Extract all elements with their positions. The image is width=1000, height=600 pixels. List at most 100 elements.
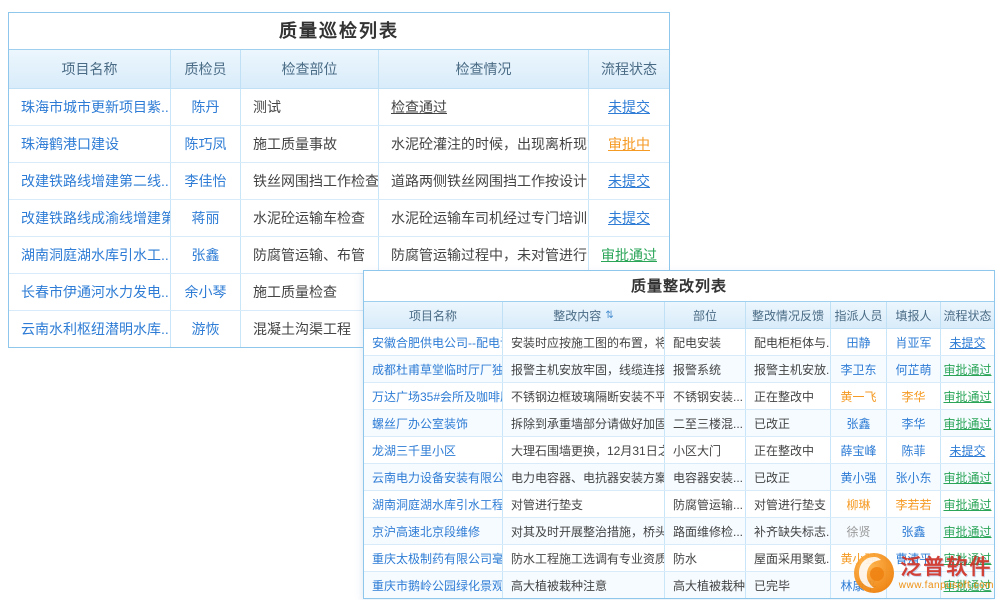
reporter-name-link[interactable]: 李若若: [887, 491, 941, 517]
assignee-name-link[interactable]: 柳琳: [831, 491, 887, 517]
inspector-name-link[interactable]: 李佳怡: [171, 163, 241, 199]
reporter-name-link[interactable]: 李华: [887, 383, 941, 409]
header-inspector: 质检员: [171, 50, 241, 88]
header-flow-status: 流程状态: [589, 50, 669, 88]
table-row: 京沪高速北京段维修对其及时开展整治措施，桥头...路面维修检...补齐缺失标志.…: [364, 518, 994, 545]
project-name-link[interactable]: 改建铁路线成渝线增建第...: [9, 200, 171, 236]
header-assignee: 指派人员: [831, 302, 887, 328]
reporter-name-link[interactable]: 陈菲: [887, 437, 941, 463]
fanpu-brand-name: 泛普软件: [899, 556, 994, 580]
feedback-cell: 已改正: [746, 410, 831, 436]
header-project-name: 项目名称: [9, 50, 171, 88]
check-location-cell: 施工质量事故: [241, 126, 379, 162]
flow-status-link[interactable]: 审批通过: [941, 356, 994, 382]
header-check-location: 检查部位: [241, 50, 379, 88]
check-location-cell: 施工质量检查: [241, 274, 379, 310]
header-reporter: 填报人: [887, 302, 941, 328]
inspector-name-link[interactable]: 余小琴: [171, 274, 241, 310]
check-situation-cell: 水泥砼灌注的时候，出现离析现象: [379, 126, 589, 162]
check-situation-cell: 道路两侧铁丝网围挡工作按设计...: [379, 163, 589, 199]
project-name-link[interactable]: 安徽合肥供电公司--配电设备...: [364, 329, 503, 355]
project-name-link[interactable]: 万达广场35#会所及咖啡厅空...: [364, 383, 503, 409]
rectify-content-cell: 大理石围墙更换，12月31日之...: [503, 437, 665, 463]
part-cell: 防水: [665, 545, 746, 571]
flow-status-link[interactable]: 未提交: [941, 437, 994, 463]
sort-icon[interactable]: ⇅: [605, 310, 613, 321]
inspector-name-link[interactable]: 张鑫: [171, 237, 241, 273]
rectify-content-cell: 不锈钢边框玻璃隔断安装不平...: [503, 383, 665, 409]
reporter-name-link[interactable]: 何芷萌: [887, 356, 941, 382]
part-cell: 二至三楼混...: [665, 410, 746, 436]
rectify-content-cell: 高大植被栽种注意: [503, 572, 665, 598]
check-location-cell: 混凝土沟渠工程: [241, 311, 379, 347]
table-row: 珠海鹤港口建设陈巧凤施工质量事故水泥砼灌注的时候，出现离析现象审批中: [9, 126, 669, 163]
flow-status-link[interactable]: 未提交: [589, 163, 669, 199]
assignee-name-link[interactable]: 黄小强: [831, 464, 887, 490]
project-name-link[interactable]: 成都杜甫草堂临时厅厂独立展...: [364, 356, 503, 382]
flow-status-link[interactable]: 审批中: [589, 126, 669, 162]
project-name-link[interactable]: 珠海市城市更新项目紫...: [9, 89, 171, 125]
project-name-link[interactable]: 重庆市鹅岭公园绿化景观提升...: [364, 572, 503, 598]
fanpu-url: www.fanpusoft.com: [899, 580, 994, 591]
inspector-name-link[interactable]: 陈巧凤: [171, 126, 241, 162]
reporter-name-link[interactable]: 李华: [887, 410, 941, 436]
project-name-link[interactable]: 重庆太极制药有限公司毫州中...: [364, 545, 503, 571]
inspector-name-link[interactable]: 陈丹: [171, 89, 241, 125]
check-location-cell: 测试: [241, 89, 379, 125]
flow-status-link[interactable]: 未提交: [941, 329, 994, 355]
project-name-link[interactable]: 湖南洞庭湖水库引水工...: [9, 237, 171, 273]
rectify-content-cell: 安装时应按施工图的布置，将...: [503, 329, 665, 355]
feedback-cell: 配电柜柜体与...: [746, 329, 831, 355]
assignee-name-link[interactable]: 徐贤: [831, 518, 887, 544]
project-name-link[interactable]: 珠海鹤港口建设: [9, 126, 171, 162]
check-situation-cell: 水泥砼运输车司机经过专门培训...: [379, 200, 589, 236]
rectify-content-cell: 电力电容器、电抗器安装方案...: [503, 464, 665, 490]
inspector-name-link[interactable]: 蒋丽: [171, 200, 241, 236]
flow-status-link[interactable]: 审批通过: [941, 410, 994, 436]
table-row: 安徽合肥供电公司--配电设备...安装时应按施工图的布置，将...配电安装配电柜…: [364, 329, 994, 356]
header-project-name: 项目名称: [364, 302, 503, 328]
flow-status-link[interactable]: 审批通过: [941, 383, 994, 409]
project-name-link[interactable]: 云南电力设备安装有限公司20...: [364, 464, 503, 490]
assignee-name-link[interactable]: 张鑫: [831, 410, 887, 436]
rectification-table-title: 质量整改列表: [364, 271, 994, 302]
project-name-link[interactable]: 螺丝厂办公室装饰: [364, 410, 503, 436]
project-name-link[interactable]: 长春市伊通河水力发电...: [9, 274, 171, 310]
header-feedback: 整改情况反馈: [746, 302, 831, 328]
flow-status-link[interactable]: 审批通过: [941, 491, 994, 517]
check-location-cell: 水泥砼运输车检查: [241, 200, 379, 236]
fanpu-logo-icon: [853, 552, 895, 594]
flow-status-link[interactable]: 审批通过: [589, 237, 669, 273]
flow-status-link[interactable]: 审批通过: [941, 518, 994, 544]
fanpu-watermark: 泛普软件 www.fanpusoft.com: [853, 552, 994, 594]
rectify-content-cell: 报警主机安放牢固，线缆连接...: [503, 356, 665, 382]
reporter-name-link[interactable]: 肖亚军: [887, 329, 941, 355]
inspection-table-title: 质量巡检列表: [9, 13, 669, 50]
reporter-name-link[interactable]: 张鑫: [887, 518, 941, 544]
reporter-name-link[interactable]: 张小东: [887, 464, 941, 490]
project-name-link[interactable]: 改建铁路线增建第二线...: [9, 163, 171, 199]
table-row: 改建铁路线成渝线增建第...蒋丽水泥砼运输车检查水泥砼运输车司机经过专门培训..…: [9, 200, 669, 237]
rectify-content-cell: 防水工程施工选调有专业资质...: [503, 545, 665, 571]
feedback-cell: 已改正: [746, 464, 831, 490]
project-name-link[interactable]: 湖南洞庭湖水库引水工程施工标: [364, 491, 503, 517]
assignee-name-link[interactable]: 薛宝峰: [831, 437, 887, 463]
quality-rectification-panel: 质量整改列表 项目名称 整改内容 ⇅ 部位 整改情况反馈 指派人员 填报人 流程…: [363, 270, 995, 599]
header-rectify-content[interactable]: 整改内容 ⇅: [503, 302, 665, 328]
flow-status-link[interactable]: 未提交: [589, 89, 669, 125]
project-name-link[interactable]: 龙湖三千里小区: [364, 437, 503, 463]
assignee-name-link[interactable]: 黄一飞: [831, 383, 887, 409]
inspector-name-link[interactable]: 游恢: [171, 311, 241, 347]
rectify-content-cell: 拆除到承重墙部分请做好加固...: [503, 410, 665, 436]
rectify-content-cell: 对管进行垫支: [503, 491, 665, 517]
table-row: 成都杜甫草堂临时厅厂独立展...报警主机安放牢固，线缆连接...报警系统报警主机…: [364, 356, 994, 383]
project-name-link[interactable]: 京沪高速北京段维修: [364, 518, 503, 544]
table-row: 万达广场35#会所及咖啡厅空...不锈钢边框玻璃隔断安装不平...不锈钢安装..…: [364, 383, 994, 410]
table-row: 改建铁路线增建第二线...李佳怡铁丝网围挡工作检查道路两侧铁丝网围挡工作按设计.…: [9, 163, 669, 200]
assignee-name-link[interactable]: 李卫东: [831, 356, 887, 382]
project-name-link[interactable]: 云南水利枢纽潜明水库...: [9, 311, 171, 347]
header-flow-status: 流程状态: [941, 302, 994, 328]
flow-status-link[interactable]: 未提交: [589, 200, 669, 236]
flow-status-link[interactable]: 审批通过: [941, 464, 994, 490]
assignee-name-link[interactable]: 田静: [831, 329, 887, 355]
